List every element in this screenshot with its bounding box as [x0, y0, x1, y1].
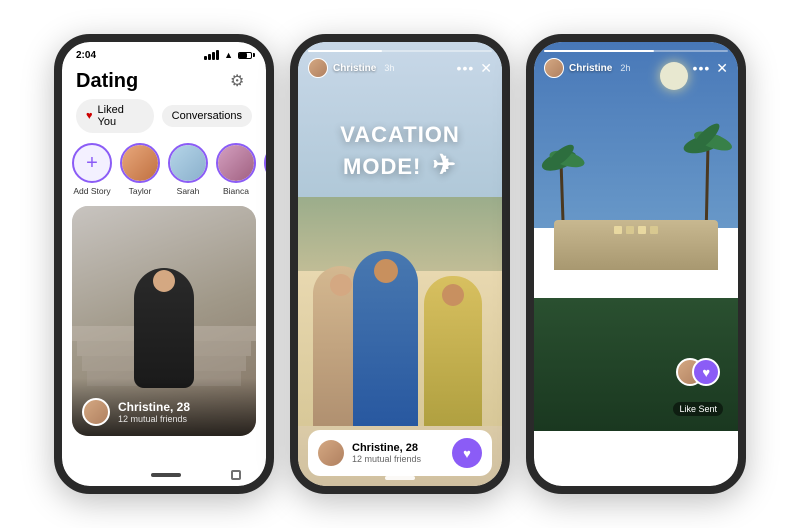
phone-3-screen: Christine 2h ••• ✕ ♥ Like Sent — [534, 42, 738, 486]
story-header-2: Christine 3h ••• ✕ — [298, 42, 502, 78]
story-avatar-3 — [544, 58, 564, 78]
wifi-icon: ▲ — [224, 50, 233, 60]
story-meta-3: Christine 2h ••• ✕ — [544, 58, 728, 78]
bottom-nav-3 — [534, 470, 738, 480]
battery-icon — [238, 52, 252, 59]
story-avatar-2 — [308, 58, 328, 78]
time-display: 2:04 — [76, 50, 96, 61]
story-username-2: Christine — [333, 63, 376, 74]
story-controls-3: ••• ✕ — [693, 60, 728, 77]
like-sent-badge: ♥ Like Sent — [673, 358, 723, 416]
sarah-avatar — [168, 143, 208, 183]
phones-container: 2:04 ▲ Dating ⚙ — [34, 14, 766, 514]
phone-1: 2:04 ▲ Dating ⚙ — [54, 34, 274, 494]
story-profile-bar-2: Christine, 28 12 mutual friends ♥ — [308, 430, 492, 476]
bianca-label: Bianca — [223, 186, 249, 196]
sarah-label: Sarah — [177, 186, 200, 196]
heart-icon: ♥ — [86, 110, 93, 122]
progress-fill-3 — [544, 50, 654, 52]
story-meta: Christine 3h ••• ✕ — [308, 58, 492, 78]
back-button-3[interactable] — [559, 470, 573, 480]
phone-2-screen: Christine 3h ••• ✕ VACATION MODE! ✈ — [298, 42, 502, 486]
add-story-icon: + — [72, 143, 112, 183]
phone-2: Christine 3h ••• ✕ VACATION MODE! ✈ — [290, 34, 510, 494]
profile-mini-avatar — [82, 398, 110, 426]
story-close-icon-3[interactable]: ✕ — [716, 60, 728, 77]
story-user-info: Christine 3h — [308, 58, 394, 78]
recents-button[interactable] — [231, 470, 241, 480]
bianca-avatar — [216, 143, 256, 183]
progress-bar-3 — [544, 50, 728, 52]
tab-liked-you[interactable]: ♥ Liked You — [76, 99, 154, 133]
story-controls-2: ••• ✕ — [457, 60, 492, 77]
recents-button-3[interactable] — [703, 470, 713, 480]
stories-row: + Add Story Taylor Sarah — [62, 143, 266, 206]
story-heart-button-2[interactable]: ♥ — [452, 438, 482, 468]
home-button[interactable] — [151, 473, 181, 477]
phone-1-screen: 2:04 ▲ Dating ⚙ — [62, 42, 266, 486]
profile-card[interactable]: Christine, 28 12 mutual friends — [72, 206, 256, 436]
settings-icon[interactable]: ⚙ — [230, 71, 252, 93]
group-photo-area — [298, 172, 502, 426]
like-heart-icon: ♥ — [692, 358, 720, 386]
home-button-3[interactable] — [623, 473, 653, 477]
profile-name: Christine, 28 — [118, 400, 190, 414]
story-profile-text-2: Christine, 28 12 mutual friends — [352, 442, 421, 464]
tab-conversations[interactable]: Conversations — [162, 105, 252, 127]
profile-text: Christine, 28 12 mutual friends — [118, 400, 190, 424]
story-more-icon[interactable]: ••• — [457, 60, 475, 76]
story-sp[interactable]: Sp... — [264, 143, 266, 196]
story-profile-name-2: Christine, 28 — [352, 442, 421, 454]
status-bar-1: 2:04 ▲ — [62, 42, 266, 62]
taylor-label: Taylor — [129, 186, 152, 196]
back-button[interactable] — [87, 470, 101, 480]
progress-bar — [308, 50, 492, 52]
like-sent-label: Like Sent — [673, 402, 723, 416]
story-username-3: Christine — [569, 63, 612, 74]
profile-mutual: 12 mutual friends — [118, 414, 190, 424]
tabs-row: ♥ Liked You Conversations — [62, 99, 266, 143]
story-bianca[interactable]: Bianca — [216, 143, 256, 196]
tab-liked-label: Liked You — [98, 104, 144, 128]
like-avatar-stack: ♥ — [676, 358, 720, 398]
story-mini-avatar-2 — [318, 440, 344, 466]
tab-conversations-label: Conversations — [172, 110, 242, 122]
story-add[interactable]: + Add Story — [72, 143, 112, 196]
sp-avatar — [264, 143, 266, 183]
story-time-3: 2h — [620, 63, 630, 73]
story-taylor[interactable]: Taylor — [120, 143, 160, 196]
person-2 — [353, 251, 418, 426]
person-head — [153, 270, 175, 292]
home-button-2[interactable] — [385, 476, 415, 480]
story-sarah[interactable]: Sarah — [168, 143, 208, 196]
profile-info-bar: Christine, 28 12 mutual friends — [72, 378, 256, 436]
story-profile-mutual-2: 12 mutual friends — [352, 454, 421, 464]
phone-3: Christine 2h ••• ✕ ♥ Like Sent — [526, 34, 746, 494]
resort-building — [554, 220, 717, 270]
app-header: Dating ⚙ — [62, 62, 266, 99]
add-story-label: Add Story — [73, 186, 110, 196]
bottom-nav-2 — [298, 476, 502, 480]
resort-background — [534, 42, 738, 486]
bottom-nav-1 — [62, 470, 266, 480]
person-3 — [424, 276, 482, 426]
story-more-icon-3[interactable]: ••• — [693, 60, 711, 76]
taylor-avatar — [120, 143, 160, 183]
story-time-2: 3h — [384, 63, 394, 73]
app-title: Dating — [76, 70, 138, 93]
story-close-icon[interactable]: ✕ — [480, 60, 492, 77]
progress-fill — [308, 50, 382, 52]
status-icons: ▲ — [204, 50, 252, 60]
story-user-info-3: Christine 2h — [544, 58, 630, 78]
person-figure — [134, 268, 194, 388]
story-header-3: Christine 2h ••• ✕ — [534, 42, 738, 78]
